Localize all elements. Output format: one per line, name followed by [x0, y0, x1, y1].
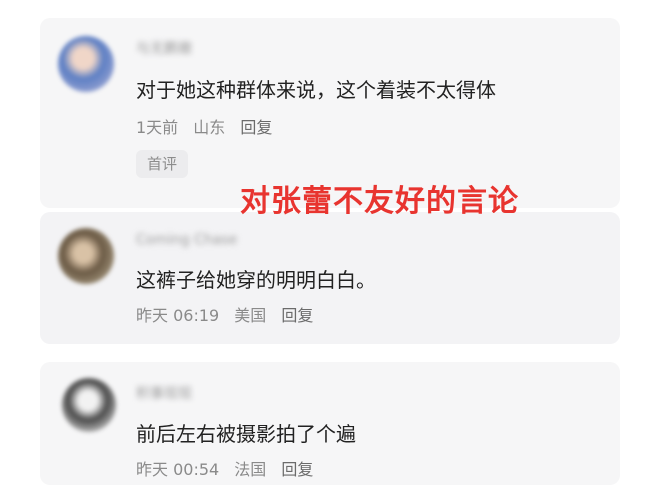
- reply-button[interactable]: 回复: [281, 306, 313, 325]
- overlay-caption: 对张蕾不友好的言论: [240, 184, 519, 219]
- comment-location: 美国: [234, 306, 267, 325]
- comment-meta: 昨天 00:54 法国 回复: [136, 456, 323, 480]
- username[interactable]: 积事现现: [136, 383, 192, 403]
- reply-button[interactable]: 回复: [281, 460, 313, 479]
- username[interactable]: Coming Chase: [136, 232, 237, 248]
- comment-time: 昨天 00:54: [136, 460, 220, 479]
- avatar[interactable]: [62, 378, 116, 432]
- comment-time: 1天前: [136, 118, 179, 137]
- comment-meta: 昨天 06:19 美国 回复: [136, 302, 323, 326]
- comment-text: 前后左右被摄影拍了个遍: [136, 422, 356, 446]
- reply-button[interactable]: 回复: [240, 118, 272, 137]
- first-comment-badge: 首评: [136, 150, 188, 178]
- comment-meta: 1天前 山东 回复: [136, 114, 282, 138]
- comment-text: 对于她这种群体来说，这个着装不太得体: [136, 78, 496, 102]
- username[interactable]: 与无鹏撤: [136, 38, 192, 58]
- comment-time: 昨天 06:19: [136, 306, 220, 325]
- comment-location: 法国: [234, 460, 267, 479]
- avatar[interactable]: [58, 228, 114, 284]
- comment-location: 山东: [193, 118, 226, 137]
- comment-text: 这裤子给她穿的明明白白。: [136, 268, 376, 292]
- avatar[interactable]: [58, 36, 114, 92]
